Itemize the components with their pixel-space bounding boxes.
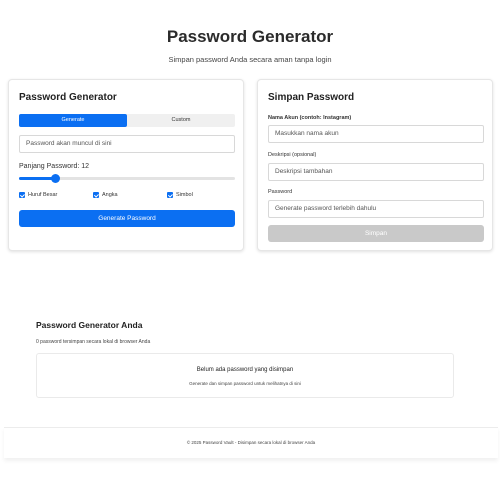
slider-thumb[interactable] (51, 174, 61, 183)
description-label: Deskripsi (opsional) (268, 152, 317, 158)
page-title: Password Generator (166, 27, 334, 46)
empty-state-hint: Generate dan simpan password untuk melih… (189, 381, 301, 386)
mode-tabs: Generate Custom (19, 114, 235, 127)
account-name-label: Nama Akun (contoh: Instagram) (268, 115, 352, 121)
password-input[interactable]: Generate password terlebih dahulu (268, 200, 484, 218)
option-uppercase-label: Huruf Besar (28, 192, 58, 198)
saved-passwords-title: Password Generator Anda (36, 320, 143, 330)
option-numbers[interactable]: Angka (93, 192, 118, 198)
password-length-label: Panjang Password: 12 (19, 163, 90, 170)
footer: © 2025 Password Vault - Disimpan secara … (4, 427, 498, 458)
checkbox-checked-icon[interactable] (19, 192, 25, 198)
generator-card-title: Password Generator (19, 92, 117, 103)
footer-text: © 2025 Password Vault - Disimpan secara … (186, 440, 316, 445)
password-output-field[interactable]: Password akan muncul di sini (19, 135, 235, 153)
generator-card: Password Generator Generate Custom Passw… (8, 79, 244, 251)
empty-state: Belum ada password yang disimpan Generat… (36, 353, 454, 398)
checkbox-checked-icon[interactable] (167, 192, 173, 198)
description-input[interactable]: Deskripsi tambahan (268, 163, 484, 181)
password-length-slider[interactable] (19, 174, 235, 183)
save-button[interactable]: Simpan (268, 225, 484, 242)
option-uppercase[interactable]: Huruf Besar (19, 192, 57, 198)
save-card: Simpan Password Nama Akun (contoh: Insta… (257, 79, 493, 251)
tab-custom[interactable]: Custom (127, 114, 235, 127)
saved-count-text: 0 password tersimpan secara lokal di bro… (36, 339, 151, 345)
option-symbols-label: Simbol (176, 192, 193, 198)
tab-generate[interactable]: Generate (19, 114, 127, 127)
option-symbols[interactable]: Simbol (167, 192, 193, 198)
page-subtitle: Simpan password Anda secara aman tanpa l… (168, 55, 332, 64)
generate-password-button[interactable]: Generate Password (19, 210, 235, 227)
account-name-input[interactable]: Masukkan nama akun (268, 125, 484, 143)
save-card-title: Simpan Password (268, 92, 355, 103)
checkbox-checked-icon[interactable] (93, 192, 99, 198)
password-label: Password (268, 189, 293, 195)
slider-fill (19, 177, 56, 180)
empty-state-title: Belum ada password yang disimpan (196, 367, 294, 373)
option-numbers-label: Angka (102, 192, 118, 198)
